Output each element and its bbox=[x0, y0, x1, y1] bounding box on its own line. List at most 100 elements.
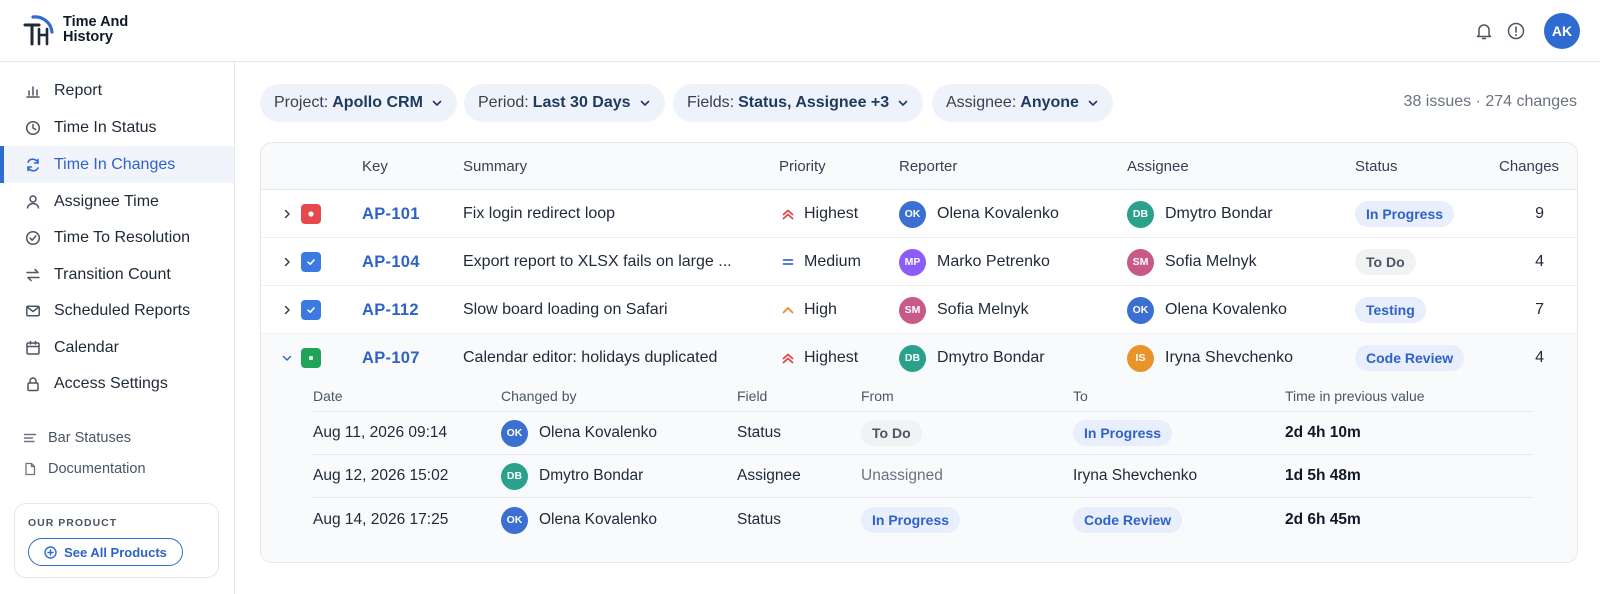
bug-type-icon bbox=[301, 204, 321, 224]
time-in-previous: 2d 6h 45m bbox=[1285, 511, 1361, 528]
assignee-cell: SM Sofia Melnyk bbox=[1127, 238, 1257, 286]
table-row[interactable]: AP-101 Fix login redirect loop Highest O… bbox=[261, 190, 1577, 238]
priority-cell: Highest bbox=[781, 334, 858, 382]
column-summary[interactable]: Summary bbox=[463, 158, 527, 175]
plus-circle-icon bbox=[44, 545, 57, 559]
change-date: Aug 11, 2026 09:14 bbox=[313, 424, 448, 441]
assignee-filter[interactable]: Assignee: Anyone bbox=[932, 84, 1113, 122]
project-filter[interactable]: Project: Apollo CRM bbox=[260, 84, 457, 122]
chevron-right-icon[interactable] bbox=[281, 256, 293, 268]
column-priority[interactable]: Priority bbox=[779, 158, 826, 175]
sidebar-item-report[interactable]: Report bbox=[0, 72, 234, 109]
issue-change-count: 38 issues · 274 changes bbox=[1403, 93, 1577, 110]
see-all-products-button[interactable]: See All Products bbox=[28, 538, 183, 566]
issue-summary: Slow board loading on Safari bbox=[463, 301, 668, 318]
changes-count: 4 bbox=[1535, 349, 1544, 366]
sidebar-item-bar-statuses[interactable]: Bar Statuses bbox=[0, 425, 234, 451]
sidebar-item-time-in-status[interactable]: Time In Status bbox=[0, 109, 234, 146]
changes-count: 7 bbox=[1535, 301, 1544, 318]
changes-count: 9 bbox=[1535, 205, 1544, 222]
priority-cell: Highest bbox=[781, 190, 858, 238]
sidebar-item-label: Report bbox=[54, 81, 103, 99]
avatar: DB bbox=[899, 344, 926, 372]
avatar: SM bbox=[1127, 248, 1154, 276]
sidebar-item-assignee-time[interactable]: Assignee Time bbox=[0, 183, 234, 220]
table-header: Key Summary Priority Reporter Assignee S… bbox=[261, 143, 1577, 190]
sidebar-item-transition-count[interactable]: Transition Count bbox=[0, 256, 234, 293]
column-time-previous: Time in previous value bbox=[1285, 388, 1425, 404]
issue-key-link[interactable]: AP-112 bbox=[362, 286, 419, 334]
period-filter[interactable]: Period: Last 30 Days bbox=[464, 84, 665, 122]
top-bar: Time And History AK bbox=[0, 0, 1600, 62]
status-badge: To Do bbox=[1355, 249, 1416, 275]
issue-summary: Calendar editor: holidays duplicated bbox=[463, 349, 718, 366]
chevron-down-icon[interactable] bbox=[281, 352, 293, 364]
issue-key-link[interactable]: AP-104 bbox=[362, 238, 420, 286]
column-from: From bbox=[861, 388, 894, 404]
fields-filter[interactable]: Fields: Status, Assignee +3 bbox=[673, 84, 924, 122]
chevron-right-icon[interactable] bbox=[281, 208, 293, 220]
sidebar-item-label: Calendar bbox=[54, 338, 119, 356]
issue-key-link[interactable]: AP-107 bbox=[362, 334, 420, 382]
sidebar-item-label: Assignee Time bbox=[54, 192, 159, 210]
column-date: Date bbox=[313, 388, 343, 404]
column-changes[interactable]: Changes bbox=[1499, 158, 1559, 175]
priority-cell: High bbox=[781, 286, 837, 334]
sidebar-item-documentation[interactable]: Documentation bbox=[0, 456, 234, 482]
sidebar-item-access-settings[interactable]: Access Settings bbox=[0, 365, 234, 402]
table-row[interactable]: AP-112 Slow board loading on Safari High… bbox=[261, 286, 1577, 334]
chevron-down-icon bbox=[640, 100, 649, 106]
avatar: MP bbox=[899, 248, 926, 276]
column-reporter[interactable]: Reporter bbox=[899, 158, 957, 175]
change-row: Aug 12, 2026 15:02 DB Dmytro Bondar Assig… bbox=[261, 455, 1577, 497]
sidebar-item-label: Access Settings bbox=[54, 374, 168, 392]
avatar: OK bbox=[501, 506, 528, 534]
sidebar-item-scheduled-reports[interactable]: Scheduled Reports bbox=[0, 292, 234, 329]
changed-by-cell: OK Olena Kovalenko bbox=[501, 499, 657, 541]
info-icon[interactable] bbox=[1506, 21, 1526, 41]
assignee-cell: IS Iryna Shevchenko bbox=[1127, 334, 1293, 382]
sidebar-item-calendar[interactable]: Calendar bbox=[0, 329, 234, 366]
sidebar-item-time-in-changes[interactable]: Time In Changes bbox=[0, 146, 234, 183]
status-badge: Testing bbox=[1355, 297, 1426, 323]
sidebar-item-label: Bar Statuses bbox=[48, 430, 132, 446]
from-value: Unassigned bbox=[861, 467, 943, 484]
table-row[interactable]: AP-104 Export report to XLSX fails on la… bbox=[261, 238, 1577, 286]
column-field: Field bbox=[737, 388, 768, 404]
avatar: OK bbox=[899, 200, 926, 228]
bell-icon[interactable] bbox=[1474, 21, 1494, 41]
reporter-cell: SM Sofia Melnyk bbox=[899, 286, 1029, 334]
our-product-card: OUR PRODUCT See All Products bbox=[14, 503, 219, 578]
avatar: IS bbox=[1127, 344, 1154, 372]
change-field: Status bbox=[737, 511, 781, 528]
change-date: Aug 12, 2026 15:02 bbox=[313, 467, 449, 484]
user-avatar[interactable]: AK bbox=[1544, 13, 1580, 49]
column-key[interactable]: Key bbox=[362, 158, 388, 175]
refresh-icon bbox=[27, 157, 39, 172]
table-row-expanded[interactable]: AP-107 Calendar editor: holidays duplica… bbox=[261, 334, 1577, 382]
priority-cell: Medium bbox=[781, 238, 861, 286]
from-badge: To Do bbox=[861, 420, 922, 446]
change-field: Assignee bbox=[737, 467, 801, 484]
sidebar-item-label: Scheduled Reports bbox=[54, 301, 191, 319]
avatar: DB bbox=[1127, 200, 1154, 228]
to-badge: Code Review bbox=[1073, 507, 1183, 533]
chevron-down-icon bbox=[1088, 100, 1098, 106]
time-in-previous: 1d 5h 48m bbox=[1285, 467, 1361, 484]
avatar: DB bbox=[501, 462, 528, 490]
sidebar-item-time-to-resolution[interactable]: Time To Resolution bbox=[0, 219, 234, 256]
sidebar-item-label: Transition Count bbox=[54, 265, 171, 283]
assignee-cell: DB Dmytro Bondar bbox=[1127, 190, 1273, 238]
chevron-right-icon[interactable] bbox=[281, 304, 293, 316]
issue-key-link[interactable]: AP-101 bbox=[362, 190, 420, 238]
avatar: SM bbox=[899, 296, 926, 324]
lines-icon bbox=[23, 433, 37, 443]
change-date: Aug 14, 2026 17:25 bbox=[313, 511, 449, 528]
mail-icon bbox=[26, 304, 40, 317]
clock-icon bbox=[25, 120, 41, 135]
column-assignee[interactable]: Assignee bbox=[1127, 158, 1189, 175]
column-status[interactable]: Status bbox=[1355, 158, 1398, 175]
bar-chart-icon bbox=[26, 85, 40, 98]
change-row: Aug 11, 2026 09:14 OK Olena Kovalenko Sta… bbox=[261, 412, 1577, 454]
changed-by-cell: DB Dmytro Bondar bbox=[501, 455, 643, 497]
